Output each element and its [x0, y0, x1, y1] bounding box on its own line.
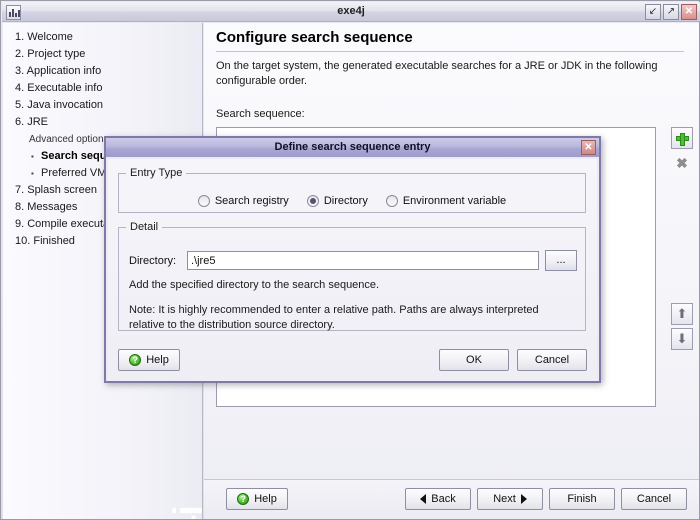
dialog-ok-button-label: OK: [466, 354, 482, 366]
sidebar-item-welcome[interactable]: 1. Welcome: [3, 29, 202, 46]
dialog-body: Entry Type Search registry Directory: [108, 159, 597, 381]
sidebar-item-java-invocation[interactable]: 5. Java invocation: [3, 97, 202, 114]
next-button-label: Next: [493, 493, 516, 505]
move-up-button[interactable]: ⬆: [671, 303, 693, 325]
radio-dot-icon: [307, 195, 319, 207]
dialog-cancel-button[interactable]: Cancel: [517, 349, 587, 371]
finish-button[interactable]: Finish: [549, 488, 615, 510]
window-frame: exe4j ↙ ↗ ✕ 1. Welcome 2. Project type 3…: [0, 0, 700, 520]
help-icon: ?: [129, 354, 141, 366]
dialog-button-bar: ? Help OK Cancel: [108, 339, 597, 381]
sidebar-item-project-type[interactable]: 2. Project type: [3, 46, 202, 63]
back-button-label: Back: [431, 493, 455, 505]
exe4j-window: exe4j ↙ ↗ ✕ 1. Welcome 2. Project type 3…: [0, 0, 700, 520]
sidebar-item-executable-info[interactable]: 4. Executable info: [3, 80, 202, 97]
entry-type-radios: Search registry Directory Environment va…: [119, 195, 585, 207]
dialog-action-buttons: OK Cancel: [439, 349, 587, 371]
directory-input[interactable]: [187, 251, 539, 270]
sidebar-item-jre[interactable]: 6. JRE: [3, 114, 202, 131]
entry-type-group: Entry Type Search registry Directory: [118, 167, 586, 213]
radio-search-registry[interactable]: Search registry: [198, 195, 289, 207]
add-entry-button[interactable]: [671, 127, 693, 149]
radio-dot-icon: [386, 195, 398, 207]
move-down-button[interactable]: ⬇: [671, 328, 693, 350]
browse-directory-button[interactable]: ...: [545, 250, 577, 271]
dialog-help-button[interactable]: ? Help: [118, 349, 180, 371]
exe4j-watermark: exe4j: [166, 511, 203, 519]
maximize-icon[interactable]: ↗: [663, 4, 679, 20]
radio-directory-label: Directory: [324, 195, 368, 207]
help-button-label: Help: [254, 493, 277, 505]
radio-directory[interactable]: Directory: [307, 195, 368, 207]
page-title: Configure search sequence: [216, 29, 413, 46]
window-controls: ↙ ↗ ✕: [645, 4, 697, 20]
sidebar-item-application-info[interactable]: 3. Application info: [3, 63, 202, 80]
minimize-icon[interactable]: ↙: [645, 4, 661, 20]
plus-icon: [676, 136, 689, 141]
detail-legend: Detail: [126, 221, 162, 233]
dialog-title: Define search sequence entry: [106, 141, 599, 153]
arrow-left-icon: [420, 494, 426, 504]
list-tools-bottom: ⬆ ⬇: [671, 303, 693, 350]
back-button[interactable]: Back: [405, 488, 471, 510]
arrow-up-icon: ⬆: [672, 304, 692, 324]
dialog-ok-button[interactable]: OK: [439, 349, 509, 371]
entry-type-legend: Entry Type: [126, 167, 186, 179]
cancel-button-label: Cancel: [637, 493, 671, 505]
finish-button-label: Finish: [567, 493, 596, 505]
radio-environment-variable-label: Environment variable: [403, 195, 506, 207]
wizard-button-bar: ? Help Back Next Finish: [204, 479, 699, 519]
radio-search-registry-label: Search registry: [215, 195, 289, 207]
dialog-help-button-label: Help: [146, 354, 169, 366]
help-button[interactable]: ? Help: [226, 488, 288, 510]
arrow-right-icon: [521, 494, 527, 504]
x-icon: ✖: [675, 156, 689, 170]
radio-environment-variable[interactable]: Environment variable: [386, 195, 506, 207]
dialog-titlebar: Define search sequence entry ✕: [106, 138, 599, 157]
remove-entry-button: ✖: [671, 152, 693, 174]
dialog-cancel-button-label: Cancel: [535, 354, 569, 366]
help-icon: ?: [237, 493, 249, 505]
window-titlebar: exe4j ↙ ↗ ✕: [2, 2, 700, 22]
cancel-button[interactable]: Cancel: [621, 488, 687, 510]
wizard-nav-buttons: Back Next Finish Cancel: [405, 488, 687, 510]
search-sequence-label: Search sequence:: [216, 108, 305, 120]
detail-note: Note: It is highly recommended to enter …: [129, 303, 577, 333]
define-search-sequence-entry-dialog: Define search sequence entry ✕ Entry Typ…: [104, 136, 601, 383]
dialog-close-icon[interactable]: ✕: [581, 140, 596, 155]
arrow-down-icon: ⬇: [672, 329, 692, 349]
list-tools-top: ✖: [671, 127, 693, 174]
close-icon[interactable]: ✕: [681, 4, 697, 20]
window-title: exe4j: [2, 5, 700, 17]
title-divider: [216, 51, 684, 52]
next-button[interactable]: Next: [477, 488, 543, 510]
detail-group: Detail Directory: ... Add the specified …: [118, 221, 586, 331]
directory-label: Directory:: [129, 255, 176, 267]
page-description: On the target system, the generated exec…: [216, 59, 678, 89]
radio-dot-icon: [198, 195, 210, 207]
detail-description: Add the specified directory to the searc…: [129, 279, 379, 291]
